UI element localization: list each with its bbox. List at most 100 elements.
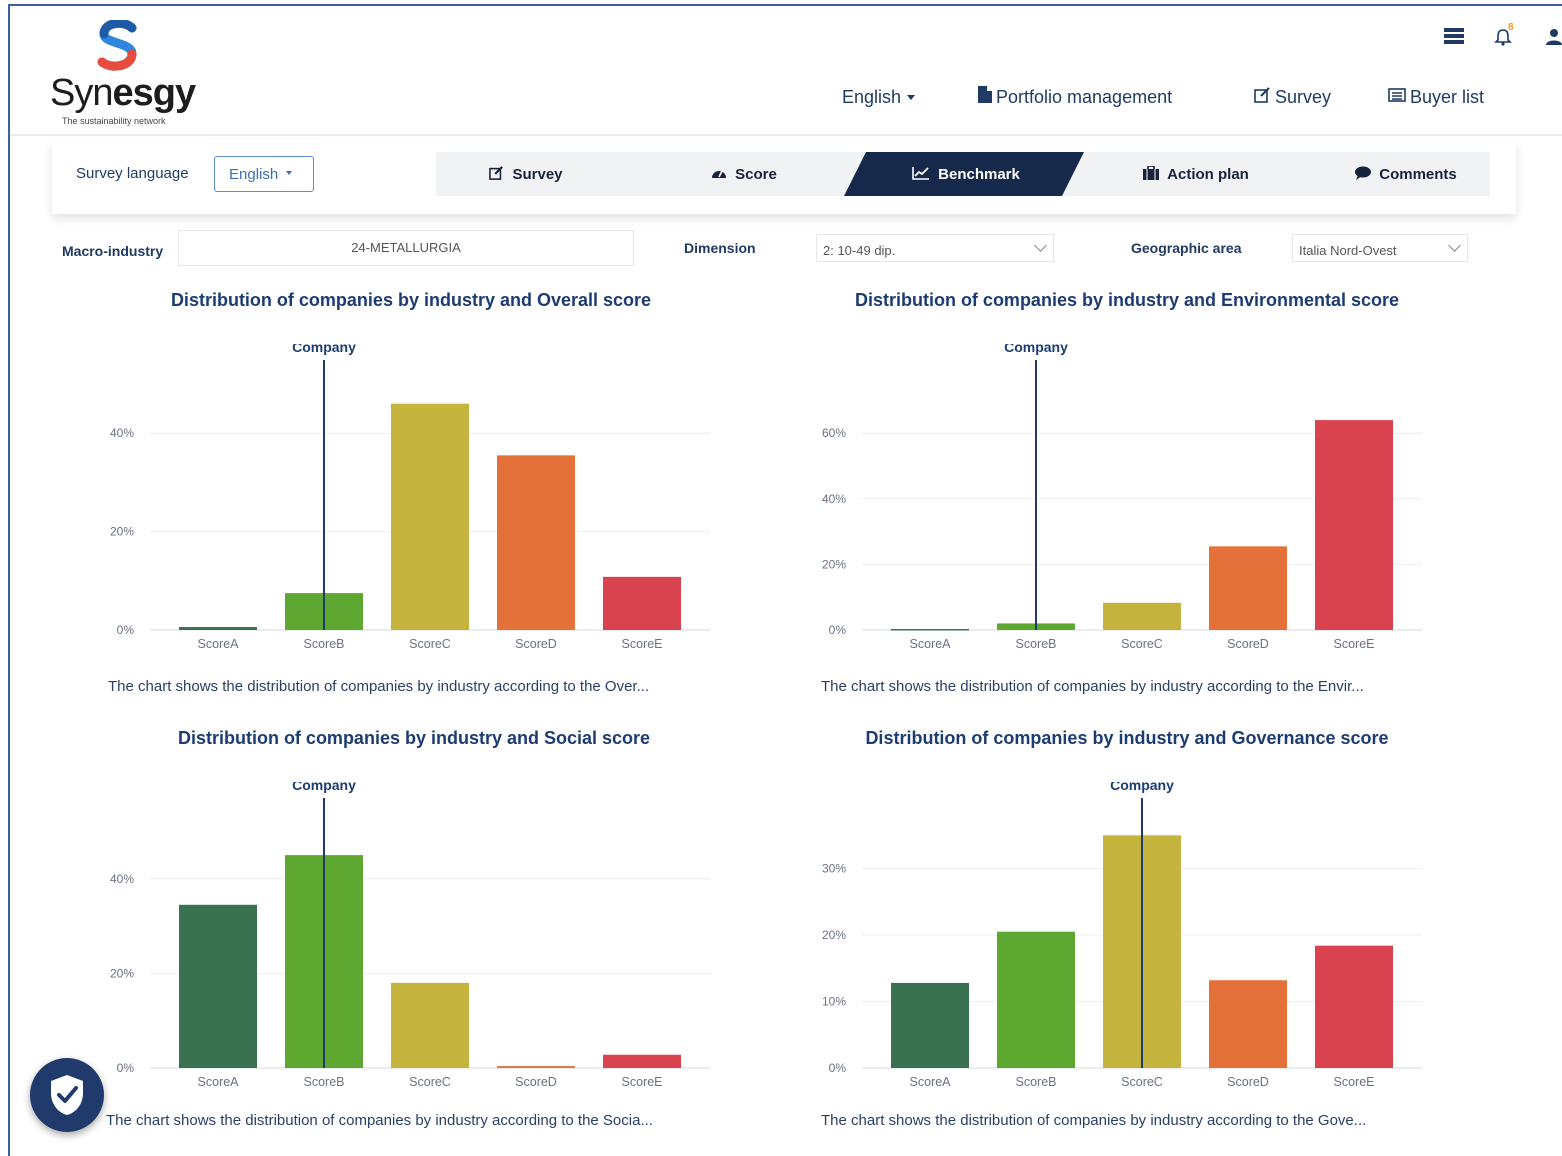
x-tick-label: ScoreC bbox=[1121, 637, 1163, 651]
privacy-shield-button[interactable] bbox=[30, 1058, 104, 1132]
y-tick-label: 60% bbox=[822, 426, 846, 440]
x-tick-label: ScoreB bbox=[304, 637, 345, 651]
y-tick-label: 0% bbox=[117, 1061, 135, 1075]
caret-down-icon bbox=[907, 94, 916, 100]
chart-plot: 0% 10% 20% 30% ScoreA ScoreB ScoreC ScoreD Score… bbox=[822, 782, 1422, 1089]
edit-icon bbox=[1254, 86, 1271, 108]
edit-icon bbox=[489, 165, 504, 183]
dashboard-icon bbox=[711, 166, 727, 182]
y-tick-label: 20% bbox=[110, 966, 134, 980]
synesgy-logo[interactable]: Synesgy The sustainability network bbox=[50, 16, 210, 126]
dimension-value: 2: 10-49 dip. bbox=[823, 243, 896, 258]
notifications-bell-icon[interactable]: 8 bbox=[1494, 22, 1514, 51]
x-tick-label: ScoreA bbox=[198, 1075, 240, 1089]
nav-buyer-list[interactable]: Buyer list bbox=[1388, 82, 1484, 112]
chart-environmental-score: Distribution of companies by industry an… bbox=[772, 284, 1472, 704]
dimension-label: Dimension bbox=[684, 240, 756, 256]
briefcase-icon bbox=[1143, 164, 1160, 183]
tab-action-plan[interactable]: Action plan bbox=[1096, 152, 1296, 196]
x-tick-label: ScoreB bbox=[304, 1075, 345, 1089]
chevron-down-icon bbox=[1034, 239, 1047, 252]
tab-label: Benchmark bbox=[938, 165, 1020, 183]
bar bbox=[497, 455, 575, 630]
tab-label: Survey bbox=[512, 165, 563, 183]
x-tick-label: ScoreE bbox=[1334, 637, 1375, 651]
tab-comments[interactable]: Comments bbox=[1316, 152, 1496, 196]
x-tick-label: ScoreC bbox=[409, 1075, 451, 1089]
nav-label: Portfolio management bbox=[996, 86, 1173, 107]
survey-language-label: Survey language bbox=[76, 165, 189, 182]
x-tick-label: ScoreE bbox=[622, 1075, 663, 1089]
dimension-select[interactable]: 2: 10-49 dip. bbox=[816, 234, 1054, 262]
caret-down-icon bbox=[286, 171, 293, 176]
list-icon bbox=[1388, 87, 1406, 107]
bar bbox=[1315, 420, 1393, 630]
user-icon[interactable] bbox=[1546, 28, 1562, 50]
y-tick-label: 20% bbox=[110, 525, 134, 539]
bar bbox=[179, 627, 257, 630]
chart-plot: 0% 20% 40% 60% ScoreA ScoreB ScoreC ScoreD Score… bbox=[822, 344, 1422, 651]
x-tick-label: ScoreA bbox=[910, 1075, 952, 1089]
tab-survey[interactable]: Survey bbox=[436, 152, 616, 196]
bar bbox=[891, 629, 969, 631]
logo-tagline: The sustainability network bbox=[62, 116, 166, 126]
menu-list-icon[interactable] bbox=[1444, 28, 1464, 49]
y-tick-label: 30% bbox=[822, 862, 846, 876]
tab-label: Score bbox=[735, 165, 777, 183]
chart-plot: 0% 20% 40% ScoreA ScoreB ScoreC ScoreD ScoreE Co… bbox=[110, 782, 710, 1089]
geographic-area-select[interactable]: Italia Nord-Ovest bbox=[1292, 234, 1468, 262]
chart-governance-score: Distribution of companies by industry an… bbox=[772, 722, 1472, 1142]
survey-language-select[interactable]: English bbox=[214, 156, 314, 192]
y-tick-label: 20% bbox=[822, 557, 846, 571]
language-dropdown[interactable]: English bbox=[842, 82, 916, 112]
x-tick-label: ScoreD bbox=[515, 637, 557, 651]
macro-industry-label: Macro-industry bbox=[62, 243, 164, 259]
file-icon bbox=[978, 86, 992, 108]
x-tick-label: ScoreD bbox=[1227, 1075, 1269, 1089]
nav-survey[interactable]: Survey bbox=[1254, 82, 1331, 112]
y-tick-label: 40% bbox=[110, 872, 134, 886]
shield-check-icon bbox=[51, 1075, 83, 1115]
y-tick-label: 40% bbox=[110, 426, 134, 440]
y-tick-label: 40% bbox=[822, 492, 846, 506]
chart-plot: 0% 20% 40% ScoreA ScoreB ScoreC ScoreD ScoreE Co… bbox=[110, 344, 710, 651]
y-tick-label: 0% bbox=[829, 1061, 847, 1075]
y-tick-label: 0% bbox=[829, 623, 847, 637]
chart-caption: The chart shows the distribution of comp… bbox=[821, 1112, 1367, 1129]
bar bbox=[1209, 980, 1287, 1068]
y-tick-label: 0% bbox=[117, 623, 135, 637]
tab-label: Action plan bbox=[1167, 165, 1249, 183]
chart-social-score: Distribution of companies by industry an… bbox=[60, 722, 760, 1142]
x-tick-label: ScoreE bbox=[1334, 1075, 1375, 1089]
x-tick-label: ScoreB bbox=[1016, 637, 1057, 651]
x-tick-label: ScoreB bbox=[1016, 1075, 1057, 1089]
language-label: English bbox=[842, 86, 902, 107]
tab-score[interactable]: Score bbox=[664, 152, 824, 196]
nav-label: Buyer list bbox=[1410, 86, 1485, 107]
chart-caption: The chart shows the distribution of comp… bbox=[106, 1112, 653, 1129]
tab-benchmark[interactable]: Benchmark bbox=[866, 152, 1066, 196]
chart-caption: The chart shows the distribution of comp… bbox=[821, 678, 1364, 695]
bar bbox=[997, 931, 1075, 1068]
company-marker-label: Company bbox=[292, 344, 356, 355]
company-marker-label: Company bbox=[292, 782, 356, 793]
x-tick-label: ScoreD bbox=[515, 1075, 557, 1089]
x-tick-label: ScoreC bbox=[409, 637, 451, 651]
chart-title: Distribution of companies by industry an… bbox=[177, 728, 651, 748]
bar bbox=[603, 1054, 681, 1068]
bar bbox=[1103, 602, 1181, 630]
macro-industry-field[interactable]: 24-METALLURGIA bbox=[178, 230, 634, 266]
geographic-area-label: Geographic area bbox=[1131, 240, 1242, 256]
x-tick-label: ScoreE bbox=[622, 637, 663, 651]
bar bbox=[179, 904, 257, 1068]
geographic-area-value: Italia Nord-Ovest bbox=[1299, 243, 1397, 258]
chart-overall-score: Distribution of companies by industry an… bbox=[60, 284, 760, 704]
bar bbox=[391, 403, 469, 630]
nav-portfolio-management[interactable]: Portfolio management bbox=[978, 82, 1172, 112]
chart-title: Distribution of companies by industry an… bbox=[865, 728, 1389, 748]
chart-title: Distribution of companies by industry an… bbox=[854, 290, 1400, 310]
synesgy-logo-mark bbox=[97, 20, 137, 71]
y-tick-label: 10% bbox=[822, 995, 846, 1009]
nav-label: Survey bbox=[1275, 86, 1332, 107]
chevron-down-icon bbox=[1448, 239, 1461, 252]
